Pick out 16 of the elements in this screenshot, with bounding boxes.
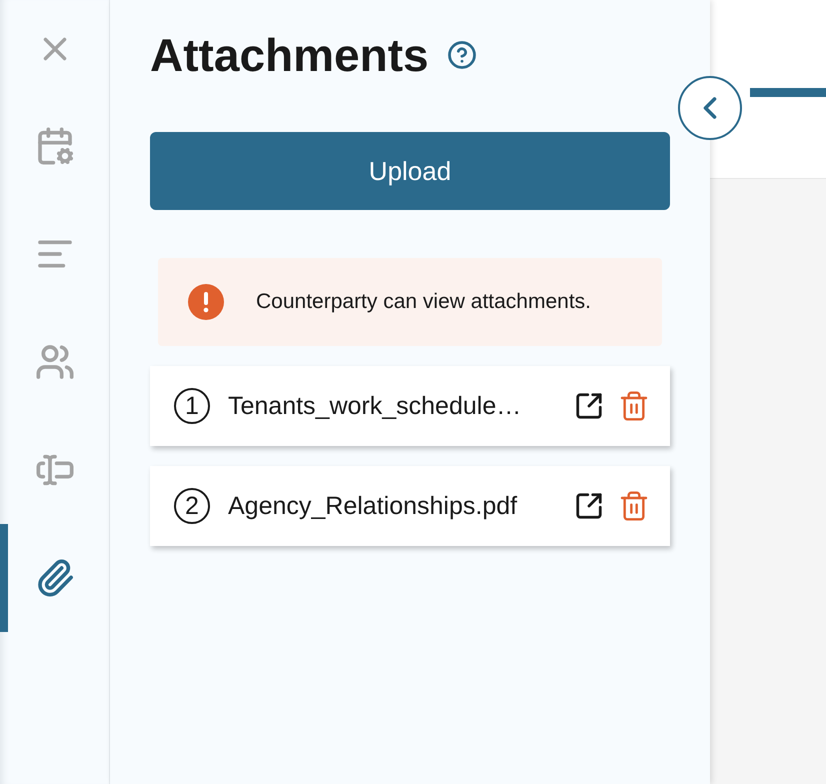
open-external-icon[interactable] <box>574 391 604 421</box>
notice-text: Counterparty can view attachments. <box>256 290 591 314</box>
file-name: Agency_Relationships.pdf <box>228 492 518 520</box>
help-icon[interactable] <box>446 40 477 70</box>
warning-icon <box>188 284 224 320</box>
open-external-icon[interactable] <box>574 491 604 521</box>
file-number: 2 <box>174 488 210 524</box>
file-number: 1 <box>174 388 210 424</box>
people-icon[interactable] <box>34 342 74 382</box>
file-name: Tenants_work_schedule… <box>228 392 522 420</box>
file-row[interactable]: 1 Tenants_work_schedule… <box>150 366 670 446</box>
panel-title: Attachments <box>150 28 429 82</box>
file-row[interactable]: 2 Agency_Relationships.pdf <box>150 466 670 546</box>
trash-icon[interactable] <box>618 490 650 522</box>
trash-icon[interactable] <box>618 390 650 422</box>
upload-button[interactable]: Upload <box>150 132 670 210</box>
